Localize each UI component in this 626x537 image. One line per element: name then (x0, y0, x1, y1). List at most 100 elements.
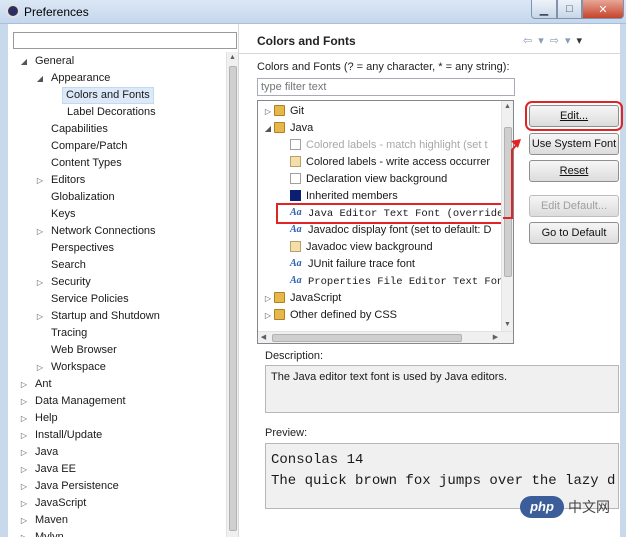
forward-dropdown-icon[interactable]: ▾ (563, 34, 573, 47)
close-button[interactable]: ✕ (582, 0, 624, 19)
expand-arrow-icon[interactable]: ◢ (18, 53, 30, 70)
expand-arrow-icon[interactable]: ▷ (18, 478, 30, 495)
expand-arrow-icon[interactable]: ▷ (262, 103, 274, 120)
preview-line-font: Consolas 14 (271, 452, 364, 468)
color-font-item[interactable]: ◢ Java (262, 120, 313, 137)
expand-arrow-icon[interactable]: ▷ (18, 427, 30, 444)
color-font-item[interactable]: Aa Javadoc display font (set to default: … (278, 222, 491, 239)
view-menu-icon[interactable]: ▾ (575, 34, 585, 47)
expand-arrow-icon[interactable]: ▷ (34, 308, 46, 325)
reset-button[interactable]: Reset (529, 160, 619, 182)
expand-arrow-icon[interactable]: ▷ (18, 512, 30, 529)
expand-arrow-icon[interactable]: ▷ (34, 223, 46, 240)
tree-item[interactable]: ▷ Startup and Shutdown (34, 308, 165, 325)
color-font-item[interactable]: Javadoc view background (278, 239, 433, 256)
scroll-up-arrow-icon[interactable]: ▲ (227, 52, 238, 63)
tree-item[interactable]: ◢ Appearance (34, 70, 115, 87)
expand-arrow-icon[interactable]: ◢ (262, 120, 274, 137)
tree-item[interactable]: ▷ Java Persistence (18, 478, 124, 495)
tree-item[interactable]: Colors and Fonts (50, 87, 154, 104)
expand-arrow-icon[interactable]: ▷ (34, 172, 46, 189)
colors-tree-vscrollbar[interactable]: ▲ ▼ (501, 101, 513, 331)
tree-item[interactable]: ◢ General (18, 53, 79, 70)
expand-arrow-icon[interactable]: ▷ (18, 461, 30, 478)
tree-item[interactable]: Keys (34, 206, 80, 223)
expand-arrow-icon[interactable]: ▷ (18, 393, 30, 410)
watermark: php 中文网 (520, 496, 610, 518)
tree-item[interactable]: Perspectives (34, 240, 119, 257)
php-logo: php (520, 496, 564, 518)
tree-item[interactable]: Label Decorations (50, 104, 161, 121)
scroll-thumb[interactable] (229, 66, 237, 531)
color-swatch-icon (290, 240, 301, 252)
tree-item[interactable]: Content Types (34, 155, 127, 172)
expand-arrow-icon[interactable]: ▷ (262, 290, 274, 307)
colors-tree-hscrollbar[interactable]: ◀ ▶ (258, 331, 513, 343)
tree-item[interactable]: ▷ Mylyn (18, 529, 69, 537)
tree-item[interactable]: Globalization (34, 189, 120, 206)
preference-tree-scrollbar[interactable]: ▲ (226, 52, 238, 537)
java-editor-text-font-item[interactable]: Aa Java Editor Text Font (overrides (276, 203, 513, 224)
expand-arrow-icon[interactable]: ▷ (18, 495, 30, 512)
edit-button-label: Edit... (559, 110, 589, 122)
color-font-item[interactable]: Colored labels - match highlight (set t (278, 137, 488, 154)
color-font-item[interactable]: Aa JUnit failure trace font (278, 256, 415, 273)
tree-item-label: Service Policies (51, 293, 129, 305)
tree-item[interactable]: ▷ Data Management (18, 393, 131, 410)
go-to-default-button[interactable]: Go to Default (529, 222, 619, 244)
tree-item-label: Content Types (51, 157, 122, 169)
tree-item[interactable]: ▷ Workspace (34, 359, 111, 376)
use-system-font-button[interactable]: Use System Font (529, 133, 619, 155)
scroll-right-arrow-icon[interactable]: ▶ (490, 332, 501, 343)
color-font-item[interactable]: Aa Properties File Editor Text Font (278, 273, 510, 290)
scroll-thumb[interactable] (504, 127, 512, 277)
tree-item[interactable]: ▷ Ant (18, 376, 57, 393)
scroll-thumb[interactable] (272, 334, 462, 342)
color-font-item[interactable]: Declaration view background (278, 171, 447, 188)
scroll-up-arrow-icon[interactable]: ▲ (502, 101, 513, 112)
tree-item-label: Search (51, 259, 86, 271)
tree-item[interactable]: ▷ Network Connections (34, 223, 161, 240)
expand-arrow-icon[interactable]: ◢ (34, 70, 46, 87)
back-arrow-icon[interactable]: ⇦ (521, 34, 534, 47)
tree-item[interactable]: ▷ Java (18, 444, 63, 461)
preview-label: Preview: (265, 427, 308, 439)
tree-item[interactable]: Capabilities (34, 121, 113, 138)
expand-arrow-icon[interactable]: ▷ (18, 376, 30, 393)
back-dropdown-icon[interactable]: ▾ (536, 34, 546, 47)
preference-filter-input[interactable] (13, 32, 237, 49)
color-font-item[interactable]: ▷ Git (262, 103, 304, 120)
tree-item[interactable]: ▷ Editors (34, 172, 90, 189)
tree-item[interactable]: ▷ JavaScript (18, 495, 91, 512)
scroll-down-arrow-icon[interactable]: ▼ (502, 319, 513, 330)
tree-item[interactable]: Tracing (34, 325, 92, 342)
expand-arrow-icon[interactable]: ▷ (262, 307, 274, 324)
color-font-item[interactable]: Colored labels - write access occurrer (278, 154, 490, 171)
preferences-dialog-body: ◢ General ◢ Appearance Colors and Fonts Label… (8, 24, 623, 537)
expand-arrow-icon[interactable]: ▷ (18, 410, 30, 427)
tree-item[interactable]: ▷ Help (18, 410, 63, 427)
tree-item[interactable]: Search (34, 257, 91, 274)
forward-arrow-icon[interactable]: ⇨ (548, 34, 561, 47)
color-font-item[interactable]: ▷ JavaScript (262, 290, 341, 307)
tree-item-label: Maven (35, 514, 69, 526)
tree-item[interactable]: ▷ Maven (18, 512, 73, 529)
expand-arrow-icon[interactable]: ▷ (18, 444, 30, 461)
expand-arrow-icon[interactable]: ▷ (34, 274, 46, 291)
scroll-left-arrow-icon[interactable]: ◀ (258, 332, 269, 343)
color-font-item-label: Declaration view background (306, 173, 448, 185)
tree-item[interactable]: Compare/Patch (34, 138, 132, 155)
tree-item[interactable]: ▷ Security (34, 274, 96, 291)
color-font-item[interactable]: Inherited members (278, 188, 398, 205)
maximize-button[interactable]: □ (557, 0, 582, 19)
color-font-item[interactable]: ▷ Other defined by CSS (262, 307, 397, 324)
expand-arrow-icon[interactable]: ▷ (18, 529, 30, 537)
tree-item[interactable]: Service Policies (34, 291, 134, 308)
minimize-button[interactable]: ▁ (531, 0, 557, 19)
colors-filter-input[interactable] (257, 78, 515, 96)
expand-arrow-icon[interactable]: ▷ (34, 359, 46, 376)
tree-item[interactable]: ▷ Install/Update (18, 427, 107, 444)
tree-item[interactable]: ▷ Java EE (18, 461, 81, 478)
tree-item[interactable]: Web Browser (34, 342, 122, 359)
edit-button[interactable]: Edit... (525, 101, 623, 131)
